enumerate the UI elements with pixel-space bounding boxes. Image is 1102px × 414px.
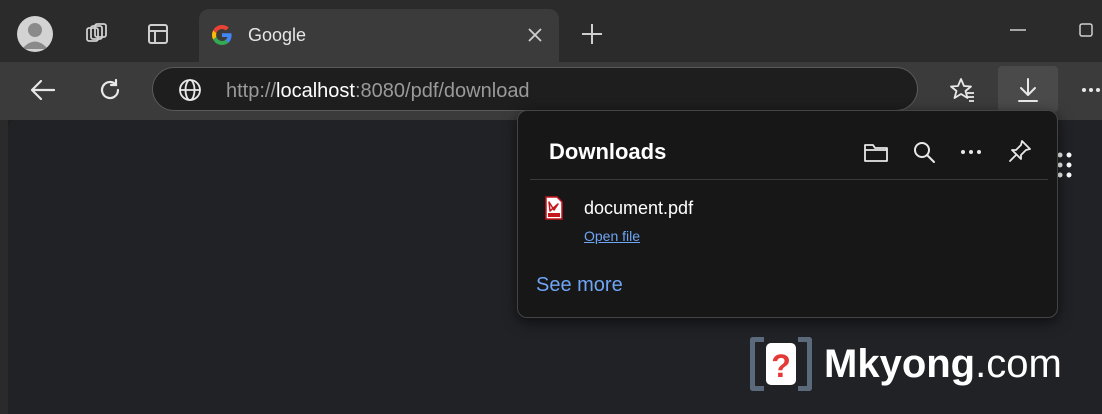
mkyong-logo: ? Mkyong.com: [750, 336, 1062, 392]
profile-avatar[interactable]: [17, 16, 53, 52]
search-icon[interactable]: [910, 138, 938, 166]
brand-name: Mkyong.com: [824, 341, 1062, 386]
favorites-star-icon[interactable]: [946, 74, 978, 106]
tab-title: Google: [248, 25, 307, 45]
tab-strip: Google: [0, 0, 1102, 62]
see-more-link[interactable]: See more: [536, 274, 623, 297]
workspaces-icon[interactable]: [80, 18, 112, 50]
svg-text:?: ?: [771, 348, 791, 384]
more-menu-icon[interactable]: [1080, 78, 1102, 102]
pin-icon[interactable]: [1006, 136, 1034, 166]
google-icon: [209, 22, 235, 48]
refresh-icon[interactable]: [94, 74, 126, 106]
download-icon: [1014, 76, 1042, 104]
close-tab-icon[interactable]: [523, 23, 547, 47]
address-bar[interactable]: http://localhost:8080/pdf/download: [152, 67, 918, 111]
apps-grid-icon[interactable]: [1056, 150, 1076, 180]
minimize-icon[interactable]: [1004, 18, 1032, 42]
open-folder-icon[interactable]: [861, 138, 891, 166]
sidebar-edge: [0, 120, 8, 414]
open-file-link[interactable]: Open file: [584, 228, 640, 244]
url-text: http://localhost:8080/pdf/download: [226, 80, 530, 102]
tab-actions-icon[interactable]: [142, 18, 174, 50]
downloads-title: Downloads: [549, 139, 667, 164]
downloads-button[interactable]: [998, 66, 1058, 112]
question-bracket-icon: ?: [750, 337, 812, 391]
tab-google[interactable]: Google: [199, 9, 559, 62]
back-icon[interactable]: [26, 74, 60, 106]
globe-icon: [177, 77, 203, 103]
person-icon: [22, 23, 48, 49]
more-options-icon[interactable]: [958, 138, 984, 166]
new-tab-icon[interactable]: [576, 18, 608, 50]
pdf-file-icon: [542, 195, 566, 221]
downloads-panel: Downloads document.pdf Open file See mor…: [517, 110, 1058, 318]
download-file-name[interactable]: document.pdf: [584, 198, 693, 219]
header-divider: [530, 179, 1048, 180]
maximize-icon[interactable]: [1074, 18, 1098, 42]
